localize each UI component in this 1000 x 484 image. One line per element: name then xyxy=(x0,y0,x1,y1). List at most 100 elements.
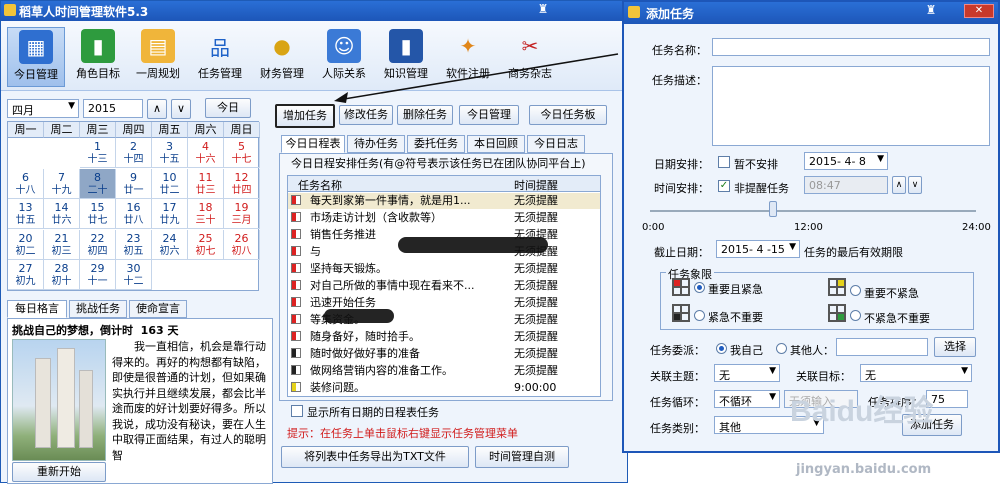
delegate-others-radio[interactable] xyxy=(776,343,787,354)
calendar-day[interactable]: 19 三月 xyxy=(224,199,260,229)
toolbar-finance[interactable]: ● 财务管理 xyxy=(253,27,311,87)
calendar-day[interactable]: 29 十一 xyxy=(80,260,116,290)
tower-shape xyxy=(79,370,93,448)
calendar-day[interactable]: 30 十二 xyxy=(116,260,152,290)
time-input[interactable]: 08:47 xyxy=(804,176,888,194)
time-down-button[interactable]: ∨ xyxy=(908,176,922,194)
calendar-day[interactable]: 16 廿八 xyxy=(116,199,152,229)
calendar-day[interactable]: 11 廿三 xyxy=(188,168,224,199)
tab-daily-quote[interactable]: 每日格言 xyxy=(7,300,67,318)
export-txt-button[interactable]: 将列表中任务导出为TXT文件 xyxy=(281,446,469,468)
tab-review[interactable]: 本日回顾 xyxy=(467,135,525,153)
date-value: 2015- 4- 8 xyxy=(809,155,866,168)
restart-button[interactable]: 重新开始 xyxy=(12,462,106,482)
choose-button[interactable]: 选择 xyxy=(934,337,976,357)
lunar-day: 初六 xyxy=(159,245,180,257)
calendar-day[interactable]: 5 十七 xyxy=(224,138,260,168)
year-input[interactable]: 2015 xyxy=(83,99,143,118)
calendar-day[interactable]: 2 十四 xyxy=(116,138,152,168)
task-name: 迅速开始任务 xyxy=(310,296,376,309)
goal-select[interactable]: 无 ▼ xyxy=(860,364,972,382)
category-label: 任务类别： xyxy=(650,422,705,435)
tab-today-schedule[interactable]: 今日日程表 xyxy=(281,135,345,153)
tab-todo[interactable]: 待办任务 xyxy=(347,135,405,153)
calendar-day[interactable]: 4 十六 xyxy=(188,138,224,168)
lunar-day: 十二 xyxy=(123,276,144,287)
no-arrange-checkbox[interactable] xyxy=(718,156,730,168)
task-row[interactable]: 市场走访计划（含收款等） 无须提醒 xyxy=(288,210,600,226)
task-row[interactable]: 每天到家第一件事情，就是用1... 无须提醒 xyxy=(288,193,600,209)
toolbar-today[interactable]: ▦ 今日管理 xyxy=(7,27,65,87)
calendar-day[interactable]: 8 二十 xyxy=(80,168,116,199)
calendar-day[interactable]: 13 廿五 xyxy=(8,199,44,229)
quadrant-radio-2[interactable] xyxy=(850,285,861,296)
calendar-day[interactable]: 10 廿二 xyxy=(152,168,188,199)
day-number: 17 xyxy=(162,201,177,214)
no-remind-checkbox[interactable]: ✓ xyxy=(718,180,730,192)
self-test-button[interactable]: 时间管理自测 xyxy=(475,446,569,468)
add-task-button[interactable]: 增加任务 xyxy=(275,104,335,128)
delegate-self-radio[interactable] xyxy=(716,343,727,354)
tab-log[interactable]: 今日日志 xyxy=(527,135,585,153)
date-picker[interactable]: 2015- 4- 8 ▼ xyxy=(804,152,888,170)
year-up-button[interactable]: ∧ xyxy=(147,99,167,119)
show-all-checkbox[interactable] xyxy=(291,405,303,417)
calendar-day[interactable]: 9 廿一 xyxy=(116,168,152,199)
calendar-day[interactable]: 21 初三 xyxy=(44,229,80,260)
day-number: 4 xyxy=(202,140,209,153)
quadrant-radio-1[interactable] xyxy=(694,282,705,293)
task-row[interactable]: 坚持每天锻炼。 无须提醒 xyxy=(288,261,600,277)
task-row[interactable]: 装修问题。 9:00:00 xyxy=(288,380,600,396)
tab-challenge[interactable]: 挑战任务 xyxy=(69,300,127,318)
time-slider-thumb[interactable] xyxy=(769,201,777,217)
no-remind-label: 非提醒任务 xyxy=(734,182,789,195)
weekday-header: 周一 xyxy=(8,122,44,138)
task-row[interactable]: 对自己所做的事情中现在看来不... 无须提醒 xyxy=(288,278,600,294)
calendar-day[interactable]: 17 廿九 xyxy=(152,199,188,229)
calendar-day[interactable]: 12 廿四 xyxy=(224,168,260,199)
calendar-day[interactable]: 20 初二 xyxy=(8,229,44,260)
toolbar-week[interactable]: ▤ 一周规划 xyxy=(129,27,187,87)
task-row[interactable]: 做网络营销内容的准备工作。 无须提醒 xyxy=(288,363,600,379)
month-select[interactable]: 四月 ▼ xyxy=(7,99,79,118)
calendar-day[interactable]: 15 廿七 xyxy=(80,199,116,229)
shirt-icon[interactable]: ♜ xyxy=(536,3,550,17)
theme-select[interactable]: 无 ▼ xyxy=(714,364,780,382)
task-list[interactable]: 任务名称 时间提醒 每天到家第一件事情，就是用1... 无须提醒 市场走访计划（含收… xyxy=(287,175,601,397)
calendar-day[interactable]: 28 初十 xyxy=(44,260,80,290)
quadrant-radio-3[interactable] xyxy=(694,310,705,321)
calendar-day[interactable]: 6 十八 xyxy=(8,168,44,199)
calendar-day[interactable]: 23 初五 xyxy=(116,229,152,260)
calendar-day[interactable]: 7 十九 xyxy=(44,168,80,199)
day-number: 9 xyxy=(130,170,137,184)
task-name-input[interactable] xyxy=(712,38,990,56)
close-icon[interactable]: ✕ xyxy=(964,4,994,18)
toolbar-tasks[interactable]: 品任务管理 xyxy=(191,27,249,87)
toolbar-goals[interactable]: ▮ 角色目标 xyxy=(69,27,127,87)
tab-mission[interactable]: 使命宣言 xyxy=(129,300,187,318)
task-row[interactable]: 随时做好做好事的准备 无须提醒 xyxy=(288,346,600,362)
quadrant-radio-4[interactable] xyxy=(850,310,861,321)
calendar-day[interactable]: 1 十三 xyxy=(80,138,116,168)
calendar-day[interactable]: 22 初四 xyxy=(80,229,116,260)
time-up-button[interactable]: ∧ xyxy=(892,176,906,194)
cycle-select[interactable]: 不循环 ▼ xyxy=(714,390,780,408)
calendar-day[interactable]: 14 廿六 xyxy=(44,199,80,229)
calendar-day[interactable]: 26 初八 xyxy=(224,229,260,260)
deadline-picker[interactable]: 2015- 4 -15 ▼ xyxy=(716,240,800,258)
shirt-icon[interactable]: ♜ xyxy=(924,4,938,18)
year-down-button[interactable]: ∨ xyxy=(171,99,191,119)
today-button[interactable]: 今日 xyxy=(205,98,251,118)
day-number: 1 xyxy=(94,140,101,153)
time-slider-track[interactable] xyxy=(650,210,976,212)
calendar-day[interactable]: 3 十五 xyxy=(152,138,188,168)
tab-delegated[interactable]: 委托任务 xyxy=(407,135,465,153)
task-row[interactable]: 随身备好，随时拾手。 无须提醒 xyxy=(288,329,600,345)
task-desc-textarea[interactable] xyxy=(712,66,990,146)
day-number: 30 xyxy=(126,262,141,275)
calendar-day[interactable]: 25 初七 xyxy=(188,229,224,260)
calendar-day[interactable]: 18 三十 xyxy=(188,199,224,229)
calendar-day[interactable]: 27 初九 xyxy=(8,260,44,290)
delegate-person-input[interactable] xyxy=(836,338,928,356)
calendar-day[interactable]: 24 初六 xyxy=(152,229,188,260)
